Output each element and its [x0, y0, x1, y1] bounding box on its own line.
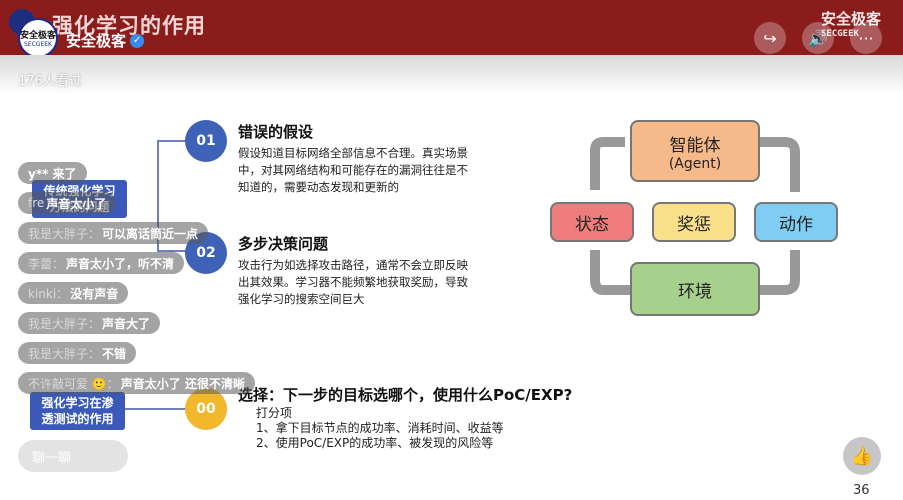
- more-icon: ···: [858, 28, 874, 48]
- chat-message: 我是大胖子： 不错: [18, 342, 137, 364]
- item-number-01: 01: [185, 120, 227, 162]
- agent-en-label: (Agent): [668, 155, 722, 172]
- avatar-line1: 安全极客: [20, 31, 57, 41]
- channel-name[interactable]: 安全极客 ✓: [66, 30, 145, 51]
- viewer-count: 176人看过: [18, 74, 82, 89]
- chat-user: 我是大胖子：: [28, 226, 101, 241]
- chat-message: 李蕾： 声音太小了，听不清: [18, 252, 185, 274]
- share-button[interactable]: ↪: [754, 22, 786, 54]
- item-title-02: 多步决策问题: [238, 235, 329, 253]
- agent-label: 智能体: [669, 135, 721, 156]
- chat-text: 声音太小了 还很不清晰: [120, 376, 245, 391]
- thumbs-up-icon: 👍: [850, 445, 874, 467]
- chat-input[interactable]: 聊一聊: [18, 440, 128, 472]
- item-number-00: 00: [185, 388, 227, 430]
- chat-user: 我是大胖子：: [28, 346, 101, 361]
- score-line-2: 2、使用PoC/EXP的成功率、被发现的风险等: [256, 436, 494, 450]
- chat-text: 没有声音: [70, 286, 119, 301]
- chat-message: kinki： 没有声音: [18, 282, 129, 304]
- like-button[interactable]: 👍: [843, 437, 881, 475]
- channel-label: 安全极客: [66, 32, 127, 50]
- item-body-02: 攻击行为如选择攻击路径，通常不会立即反映出其效果。学习器不能频繁地获取奖励，导致…: [238, 258, 468, 306]
- chat-user: 我是大胖子：: [28, 316, 101, 331]
- connector: [157, 140, 187, 142]
- state-label: 状态: [575, 214, 609, 235]
- chat-text: 声音太小了，听不清: [66, 256, 175, 271]
- chat-user: 李蕾：: [28, 256, 65, 271]
- arrow-state-agent: [590, 137, 625, 190]
- chat-message: fre 声音太小了: [18, 192, 117, 214]
- sound-button[interactable]: 🔊: [802, 22, 834, 54]
- sound-icon: 🔊: [808, 28, 828, 48]
- arrow-action-env: [760, 250, 800, 295]
- chat-text: y** 来了: [28, 166, 77, 181]
- chat-message: 我是大胖子： 声音大了: [18, 312, 161, 334]
- state-box: 状态: [550, 202, 634, 242]
- avatar-line2: SECGEEK: [24, 41, 52, 48]
- env-label: 环境: [678, 281, 712, 302]
- verified-icon: ✓: [130, 33, 145, 48]
- chat-text: 不错: [102, 346, 127, 361]
- like-count: 36: [853, 483, 870, 498]
- chat-message: y** 来了: [18, 162, 87, 184]
- more-button[interactable]: ···: [850, 22, 882, 54]
- chat-user: fre: [28, 196, 45, 210]
- chat-message: 不许敲可爱 🙂： 声音太小了 还很不清晰: [18, 372, 255, 394]
- reward-label: 奖惩: [677, 214, 711, 235]
- agent-box: 智能体 (Agent): [630, 120, 760, 182]
- chat-user: kinki：: [28, 286, 69, 301]
- chat-text: 可以离话筒近一点: [102, 226, 199, 241]
- choice-heading: 选择：下一步的目标选哪个，使用什么PoC/EXP?: [238, 386, 573, 404]
- action-box: 动作: [754, 202, 838, 242]
- env-box: 环境: [630, 262, 760, 316]
- chat-text: 声音大了: [102, 316, 151, 331]
- action-label: 动作: [779, 214, 813, 235]
- chat-text: 声音太小了: [46, 196, 107, 211]
- chat-message: 我是大胖子： 可以离话筒近一点: [18, 222, 209, 244]
- left-tag-pentest: 强化学习在渗透测试的作用: [30, 392, 125, 430]
- reward-box: 奖惩: [652, 202, 736, 242]
- chat-user: 不许敲可爱 🙂：: [28, 376, 119, 391]
- item-body-01: 假设知道目标网络全部信息不合理。真实场景中，对其网络结构和可能存在的漏洞往往是不…: [238, 146, 468, 194]
- arrow-env-state: [590, 250, 630, 295]
- item-title-01: 错误的假设: [238, 123, 314, 141]
- share-icon: ↪: [763, 28, 777, 48]
- viewer-band: [0, 55, 903, 95]
- avatar[interactable]: 安全极客 SECGEEK: [18, 18, 58, 58]
- connector: [125, 408, 187, 410]
